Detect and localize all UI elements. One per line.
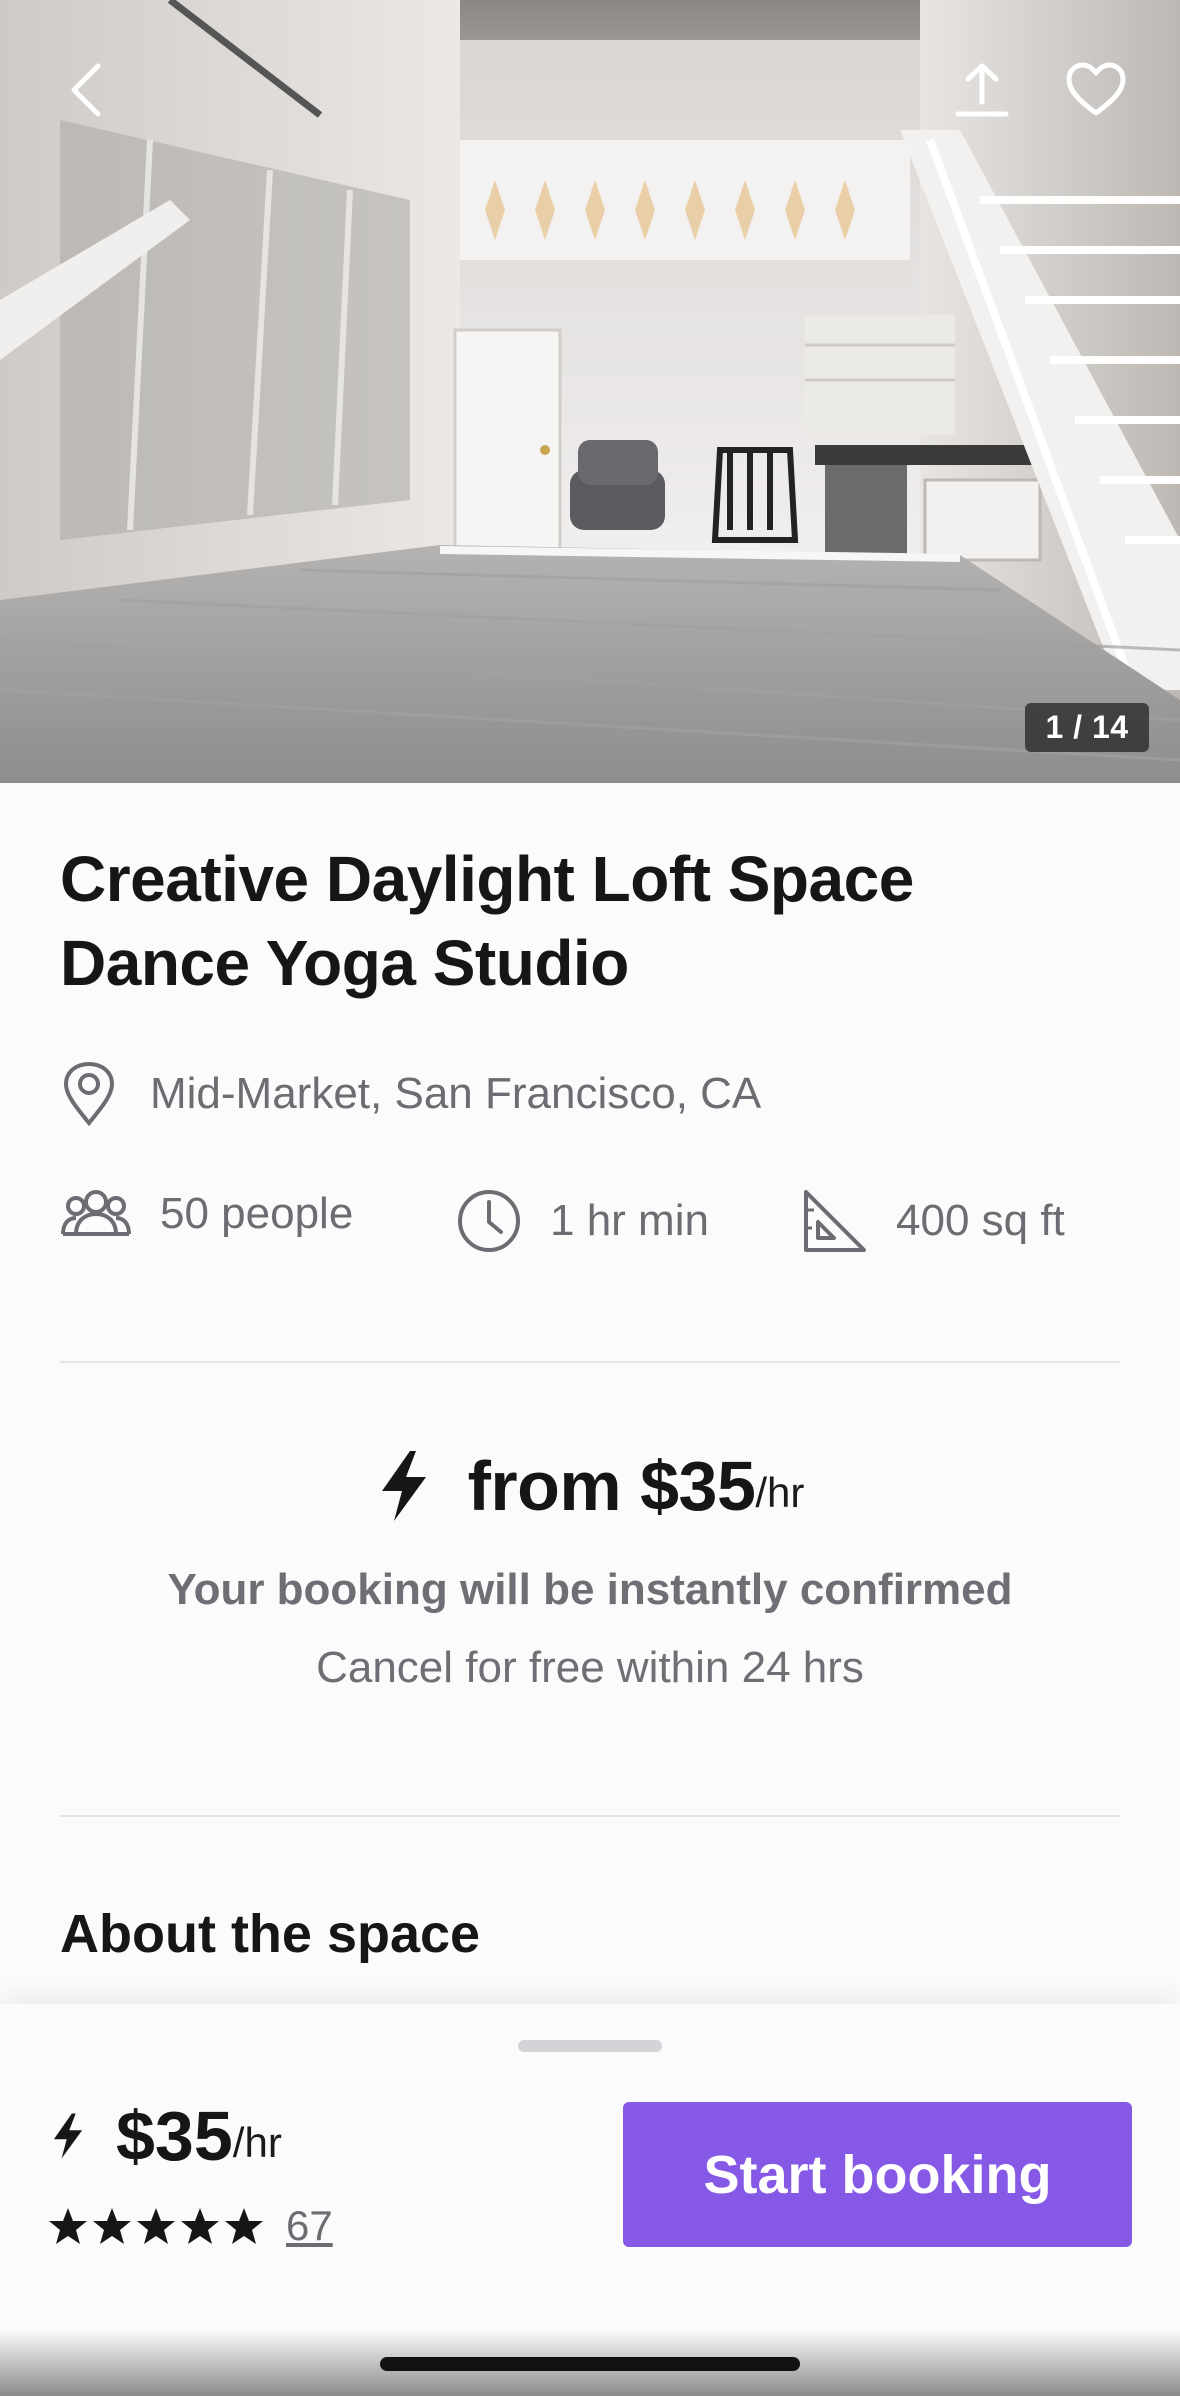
location-row[interactable]: Mid-Market, San Francisco, CA [60, 1061, 761, 1127]
listing-screen: 1 / 14 Creative Daylight Loft Space Danc… [0, 0, 1180, 2396]
about-section-title: About the space [60, 1904, 481, 1964]
booking-price-unit: /hr [232, 2119, 282, 2166]
photo-counter: 1 / 14 [1025, 703, 1149, 752]
lightning-bolt-icon [53, 2113, 83, 2159]
share-button[interactable] [940, 48, 1024, 132]
heart-outline-icon [1066, 62, 1126, 116]
cancellation-text: Cancel for free within 24 hrs [316, 1643, 864, 1692]
set-square-icon [804, 1190, 866, 1252]
location-pin-icon [63, 1061, 115, 1127]
capacity-stat: 50 people [60, 1188, 353, 1240]
star-icon [181, 2208, 219, 2244]
area-text: 400 sq ft [896, 1196, 1065, 1245]
back-button[interactable] [44, 48, 128, 132]
listing-title: Creative Daylight Loft Space Dance Yoga … [60, 843, 914, 999]
instant-confirm-text: Your booking will be instantly confirmed [167, 1565, 1013, 1614]
price-unit: /hr [755, 1469, 805, 1516]
star-icon [225, 2208, 263, 2244]
start-booking-button[interactable]: Start booking [623, 2102, 1132, 2247]
home-indicator[interactable] [380, 2357, 800, 2371]
lightning-bolt-icon [381, 1451, 426, 1521]
favorite-button[interactable] [1054, 48, 1138, 132]
sheet-grabber[interactable] [518, 2040, 662, 2052]
price-line: from $35 /hr [60, 1441, 1120, 1531]
people-group-icon [61, 1190, 131, 1236]
clock-icon [458, 1190, 520, 1252]
divider [60, 1361, 1120, 1363]
chevron-left-icon [71, 63, 101, 117]
share-upload-icon [955, 63, 1009, 117]
from-price: from $35 [467, 1447, 756, 1525]
location-text: Mid-Market, San Francisco, CA [150, 1069, 762, 1118]
booking-price: $35 /hr [50, 2096, 282, 2176]
review-count-link[interactable]: 67 [286, 2202, 333, 2250]
price-summary: from $35 /hr Your booking will be instan… [60, 1441, 1120, 1693]
star-icon [93, 2208, 131, 2244]
star-rating [48, 2206, 268, 2246]
divider [60, 1815, 1120, 1817]
rating-row: 67 [48, 2202, 333, 2250]
star-icon [137, 2208, 175, 2244]
min-duration-text: 1 hr min [550, 1196, 709, 1245]
area-stat: 400 sq ft [800, 1188, 1065, 1254]
capacity-text: 50 people [160, 1189, 354, 1238]
hero-photo[interactable]: 1 / 14 [0, 0, 1180, 783]
booking-price-amount: $35 [116, 2097, 233, 2175]
min-duration-stat: 1 hr min [456, 1188, 709, 1254]
star-icon [49, 2208, 87, 2244]
